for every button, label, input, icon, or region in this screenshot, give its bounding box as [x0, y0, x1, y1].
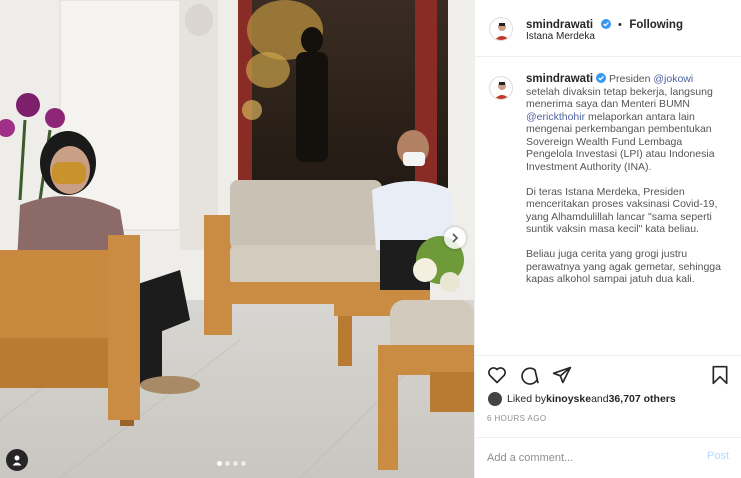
carousel-next-button[interactable]: [444, 227, 466, 249]
location-link[interactable]: Istana Merdeka: [526, 31, 595, 42]
caption-paragraph: Beliau juga cerita yang grogi justru per…: [526, 248, 721, 285]
caption-part: setelah divaksin tetap bekerja, langsung…: [526, 85, 713, 111]
user-tag-icon: [12, 455, 22, 466]
heart-icon[interactable]: [487, 365, 507, 385]
likes-prefix: Liked by: [507, 393, 547, 405]
carousel-dot: [217, 461, 222, 466]
caption-text: smindrawati Presiden @jokowi setelah div…: [526, 73, 726, 298]
carousel-dot: [225, 461, 230, 466]
liker-avatar[interactable]: [487, 391, 503, 407]
profile-photo: [494, 23, 510, 40]
comment-icon[interactable]: [520, 365, 540, 385]
post-details-panel: smindrawati • Following Istana Merdeka s…: [474, 0, 741, 478]
likes-summary: Liked by kinoyske and 36,707 others: [487, 391, 676, 407]
likes-middle: and: [591, 393, 609, 405]
verified-badge-icon: [596, 73, 607, 83]
comment-bar: Post: [475, 437, 741, 478]
caption-area: smindrawati Presiden @jokowi setelah div…: [487, 70, 727, 354]
action-bar: [475, 355, 741, 393]
carousel-indicator: [217, 461, 246, 466]
post-timestamp[interactable]: 6 HOURS AGO: [487, 414, 547, 423]
user-tags-button[interactable]: [6, 449, 28, 471]
post-comment-button[interactable]: Post: [707, 450, 729, 462]
carousel-dot: [241, 461, 246, 466]
post-header: smindrawati • Following Istana Merdeka: [475, 0, 741, 57]
mention-link[interactable]: @erickthohir: [526, 111, 585, 123]
carousel-dot: [233, 461, 238, 466]
username-link[interactable]: smindrawati: [526, 19, 593, 31]
following-button[interactable]: Following: [629, 19, 683, 31]
liker-username[interactable]: kinoyske: [546, 393, 591, 405]
caption-username[interactable]: smindrawati: [526, 73, 593, 85]
avatar[interactable]: [489, 76, 513, 100]
share-icon[interactable]: [552, 365, 572, 385]
photo-illustration: [0, 0, 474, 478]
mention-link[interactable]: @jokowi: [653, 73, 693, 85]
separator-dot: •: [618, 19, 622, 31]
likes-count[interactable]: 36,707 others: [609, 393, 676, 405]
comment-input[interactable]: [487, 449, 687, 467]
avatar[interactable]: [489, 17, 513, 41]
bookmark-icon[interactable]: [711, 365, 729, 385]
profile-photo: [494, 82, 510, 99]
verified-badge-icon: [600, 19, 611, 29]
caption-paragraph: Di teras Istana Merdeka, Presiden mencer…: [526, 185, 718, 236]
post-photo[interactable]: [0, 0, 474, 478]
chevron-right-icon: [452, 233, 459, 243]
caption-part: Presiden: [609, 73, 654, 85]
